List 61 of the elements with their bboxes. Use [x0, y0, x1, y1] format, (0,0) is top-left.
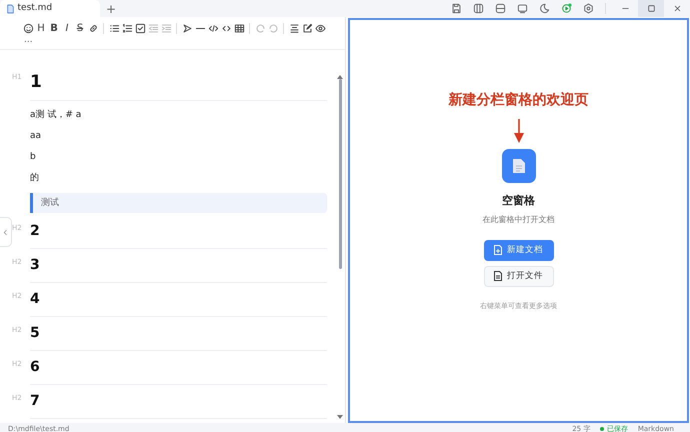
- undo-icon: [254, 23, 266, 34]
- angle-brackets-icon: [220, 23, 232, 34]
- format-button[interactable]: B: [48, 21, 60, 36]
- rows-icon: [494, 3, 506, 14]
- heading: 2: [30, 222, 41, 241]
- monitor-icon: [516, 3, 528, 14]
- list-icon: [108, 23, 120, 34]
- file-icon: [494, 271, 502, 281]
- blockquote: 测试: [30, 193, 327, 213]
- triangle-icon: [182, 23, 192, 34]
- pane-title: 空窗格: [502, 193, 535, 209]
- edit-icon: [302, 23, 312, 34]
- file-tab[interactable]: test.md: [0, 0, 100, 17]
- file-plus-icon: [494, 245, 502, 255]
- paragraph: 的: [30, 172, 40, 184]
- table-icon: [234, 23, 244, 34]
- paragraph: aa: [30, 130, 42, 142]
- annotation-text: 新建分栏窗格的欢迎页: [448, 90, 588, 110]
- heading: 1: [30, 71, 43, 94]
- scrollbar-thumb[interactable]: [339, 79, 342, 269]
- format-button[interactable]: H: [35, 21, 47, 36]
- heading: 7: [30, 392, 41, 411]
- heading: 3: [30, 256, 41, 275]
- save-icon: [450, 3, 462, 14]
- ordered-list-icon: [122, 23, 132, 34]
- code-icon: [208, 23, 218, 34]
- link-icon: [88, 23, 98, 34]
- more-button[interactable]: ...: [0, 36, 345, 49]
- columns-icon: [472, 3, 484, 14]
- format-button[interactable]: S: [74, 21, 86, 36]
- moon-icon: [538, 3, 550, 14]
- play-circle-icon: [560, 3, 572, 14]
- outdent-icon: [148, 23, 158, 34]
- align-center-icon: [288, 23, 300, 34]
- heading: 6: [30, 358, 41, 377]
- close-icon: [672, 4, 682, 13]
- heading: 4: [30, 290, 41, 309]
- format-button[interactable]: I: [61, 21, 73, 36]
- heading: 5: [30, 324, 41, 343]
- file-icon: [6, 4, 15, 14]
- redo-icon: [268, 23, 278, 34]
- maximize-icon: [646, 4, 656, 13]
- document-icon: [502, 149, 536, 183]
- checkbox-button[interactable]: [134, 21, 146, 36]
- new-tab-button[interactable]: +: [100, 1, 122, 17]
- paragraph: a测 试，# a: [30, 109, 82, 121]
- new-document-button[interactable]: 新建文档: [484, 240, 554, 260]
- saved-status-dot: [600, 427, 604, 431]
- checkbox-icon: [134, 23, 146, 34]
- pane-subtitle: 在此窗格中打开文档: [482, 214, 554, 226]
- chevron-left-icon: [2, 228, 9, 236]
- scroll-down-arrow[interactable]: [337, 415, 343, 419]
- indent-icon: [160, 23, 172, 34]
- arrow-icon: [514, 119, 524, 143]
- open-file-button[interactable]: 打开文件: [484, 266, 554, 286]
- emoji-button[interactable]: [22, 21, 34, 36]
- emoji-icon: [22, 23, 34, 34]
- eye-icon: [314, 23, 326, 34]
- paragraph: b: [30, 151, 37, 163]
- maximize-button[interactable]: [638, 0, 664, 17]
- settings-icon: [582, 3, 594, 14]
